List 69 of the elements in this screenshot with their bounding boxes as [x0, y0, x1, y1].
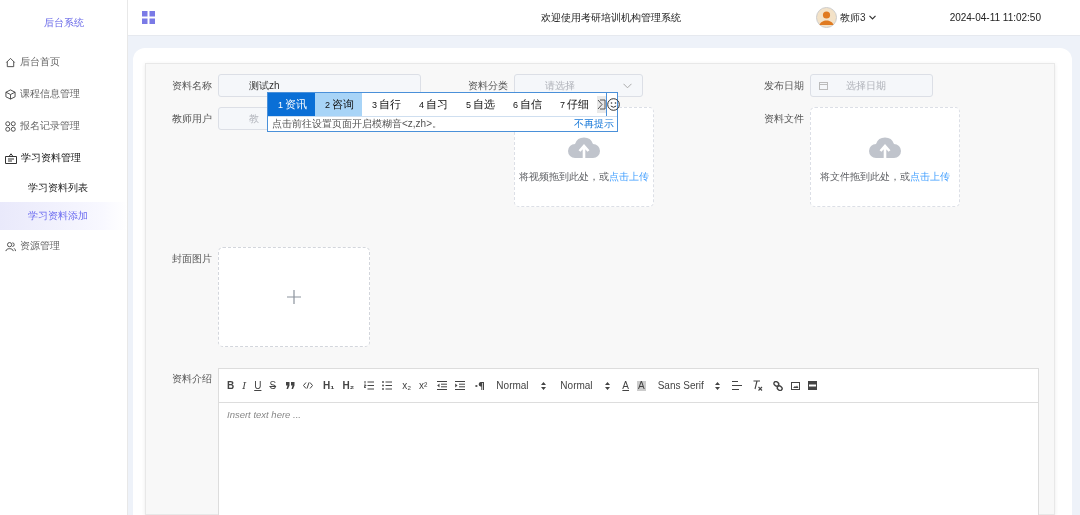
ime-candidate[interactable]: 5 自选: [456, 93, 504, 116]
field-label: 资料介绍: [171, 372, 213, 386]
user-menu[interactable]: 教师3: [816, 7, 876, 28]
link-icon[interactable]: [772, 380, 783, 391]
heading-one-button[interactable]: H₁: [323, 380, 335, 391]
quote-icon[interactable]: [286, 382, 296, 389]
editor-field[interactable]: Insert text here ...: [219, 403, 1038, 515]
smiley-icon: [607, 98, 621, 111]
align-icon[interactable]: [731, 381, 742, 390]
chevron-down-icon: [623, 82, 632, 89]
updown-icon: [605, 381, 611, 390]
indent-icon[interactable]: [455, 381, 466, 390]
ordered-list-icon[interactable]: [364, 381, 375, 390]
expand-candidates-button[interactable]: [597, 96, 607, 113]
clear-format-icon[interactable]: [751, 380, 763, 391]
menu-item[interactable]: 后台首页: [0, 46, 127, 78]
menu-item[interactable]: 资源管理: [0, 230, 127, 262]
upload-hint: 将视频拖到此处，或点击上传: [519, 170, 649, 184]
image-icon[interactable]: [790, 381, 800, 390]
outdent-icon[interactable]: [437, 381, 448, 390]
cube-icon: [5, 88, 16, 100]
date-time: 2024-04-11 11:02:50: [949, 12, 1041, 23]
calendar-icon: [819, 81, 828, 90]
ime-hint[interactable]: 点击前往设置页面开启模糊音<z,zh>。: [272, 117, 443, 131]
dismiss-link[interactable]: 不再提示: [574, 117, 614, 131]
caret-icon: [868, 15, 876, 20]
grid-circles-icon: [5, 120, 16, 132]
submenu-item[interactable]: 学习资料列表: [0, 174, 127, 202]
subscript-button[interactable]: x₂: [402, 380, 411, 391]
field-label: 教师用户: [171, 112, 213, 126]
ime-candidate[interactable]: 1 资讯: [268, 93, 315, 116]
app-title: 后台系统: [43, 16, 84, 30]
format-select[interactable]: Normal: [496, 380, 547, 391]
pilcrow-icon[interactable]: [475, 381, 485, 390]
avatar-icon: [816, 7, 838, 28]
field-label: 资料文件: [763, 112, 805, 126]
home-icon: [5, 56, 16, 68]
menu-item[interactable]: 报名记录管理: [0, 110, 127, 142]
updown-icon: [714, 381, 720, 390]
background-color-button[interactable]: A: [637, 380, 646, 391]
ime-candidate[interactable]: 2 咨询: [315, 93, 363, 116]
bullet-list-icon[interactable]: [382, 381, 393, 390]
users-icon: [5, 240, 16, 252]
upload-hint: 将文件拖到此处，或点击上传: [820, 170, 950, 184]
field-label: 资料名称: [171, 79, 213, 93]
underline-button[interactable]: U: [254, 380, 262, 391]
menu-icon[interactable]: [142, 11, 155, 24]
page-title: 欢迎使用考研培训机构管理系统: [541, 10, 681, 25]
board-icon: [5, 152, 17, 164]
format-select[interactable]: Normal: [560, 380, 611, 391]
menu-item[interactable]: 课程信息管理: [0, 78, 127, 110]
emoji-button[interactable]: [606, 93, 621, 116]
field-label: 资料分类: [467, 79, 509, 93]
field-label: 发布日期: [763, 79, 805, 93]
font-select[interactable]: Sans Serif: [657, 380, 720, 391]
superscript-button[interactable]: x²: [419, 380, 428, 391]
field-label: 封面图片: [171, 252, 213, 266]
bold-button[interactable]: B: [227, 380, 235, 391]
strike-button[interactable]: S: [269, 380, 277, 391]
video-icon[interactable]: [807, 381, 817, 390]
code-icon[interactable]: [303, 382, 314, 389]
heading-two-button[interactable]: H₂: [342, 380, 355, 391]
text-color-button[interactable]: A: [622, 380, 630, 391]
plus-icon: [287, 290, 301, 304]
expand-icon: [597, 99, 607, 110]
file-upload-area[interactable]: 将文件拖到此处，或点击上传: [810, 107, 960, 207]
italic-button[interactable]: I: [242, 380, 247, 391]
updown-icon: [541, 381, 547, 390]
menu-item[interactable]: 学习资料管理: [0, 142, 127, 174]
